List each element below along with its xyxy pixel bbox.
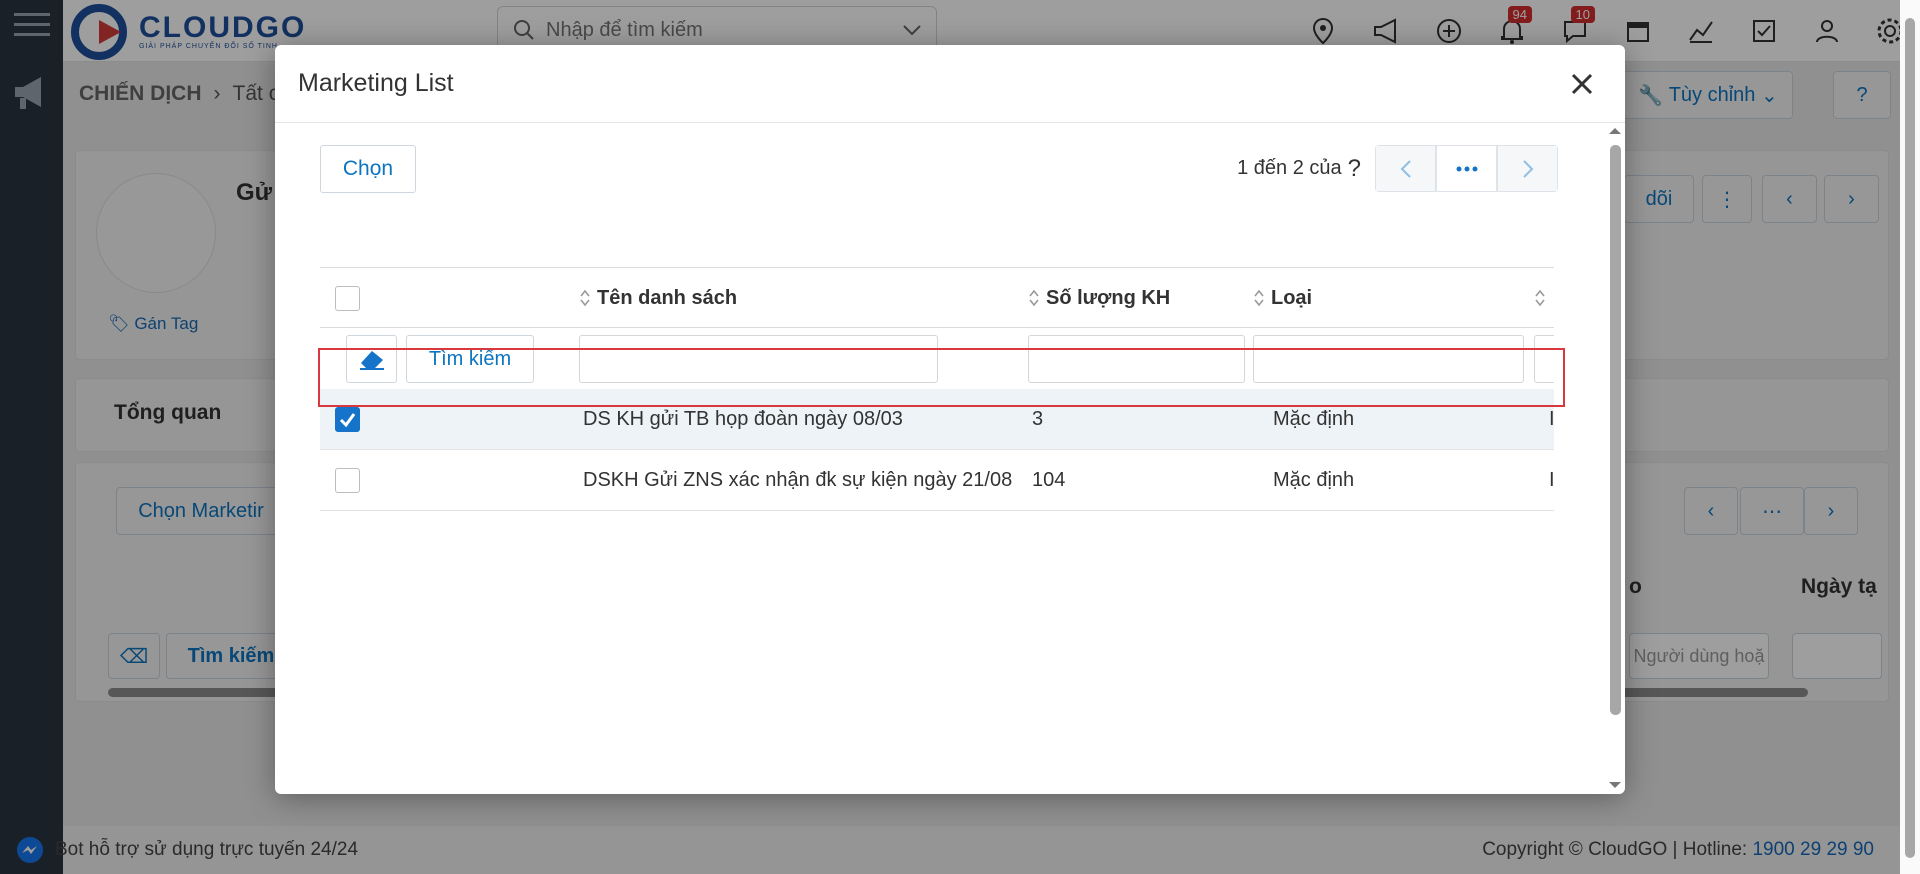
column-header-extra[interactable] [1534,268,1552,328]
row-extra: I [1549,407,1554,430]
type-filter-input[interactable] [1253,335,1524,383]
row-customer-count: 104 [1032,468,1066,491]
modal-body: Chọn 1 đến 2 của ? Tên danh sách Số lượn… [275,124,1625,794]
sort-icon [1028,288,1040,308]
row-customer-count: 3 [1032,407,1044,430]
filter-row: Tìm kiếm [320,328,1554,388]
table-header: Tên danh sách Số lượng KH Loại [320,267,1554,328]
column-header-name[interactable]: Tên danh sách [579,268,737,328]
checkmark-icon [339,413,356,428]
row-checkbox-checked[interactable] [335,407,360,432]
chevron-right-icon [1522,159,1533,178]
column-name-label: Tên danh sách [597,286,738,309]
marketing-list-table: Tên danh sách Số lượng KH Loại Tìm kiếm … [320,267,1554,513]
marketing-list-modal: Marketing List Chọn 1 đến 2 của ? Tên da… [275,45,1625,794]
next-page-button[interactable] [1497,145,1558,192]
previous-page-button[interactable] [1375,145,1436,192]
more-pages-button[interactable] [1436,145,1497,192]
page-scrollbar[interactable] [1900,0,1920,874]
modal-scrollbar[interactable] [1605,122,1625,794]
scroll-down-icon[interactable] [1605,778,1625,792]
select-button[interactable]: Chọn [320,145,416,193]
chevron-left-icon [1400,159,1411,178]
row-checkbox[interactable] [335,468,360,493]
select-all-checkbox[interactable] [335,286,360,311]
pagination-text: 1 đến 2 của [1237,157,1342,179]
pagination-help-icon[interactable]: ? [1348,155,1361,183]
row-type: Mặc định [1273,407,1355,430]
modal-header: Marketing List [275,45,1625,123]
sort-icon [579,288,591,308]
row-extra: I [1549,468,1554,491]
clear-filters-button[interactable] [346,335,397,383]
close-icon [1571,73,1593,94]
eraser-icon [359,351,384,370]
column-type-label: Loại [1271,286,1313,309]
sort-icon [1253,288,1265,308]
filter-search-button[interactable]: Tìm kiếm [406,335,534,383]
column-header-count[interactable]: Số lượng KH [1028,268,1170,328]
count-filter-input[interactable] [1028,335,1245,383]
table-row[interactable]: DS KH gửi TB họp đoàn ngày 08/03 3 Mặc đ… [320,389,1554,450]
close-button[interactable] [1562,64,1602,104]
row-list-name: DSKH Gửi ZNS xác nhận đk sự kiện ngày 21… [583,468,1013,491]
modal-title: Marketing List [298,69,454,97]
table-row[interactable]: DSKH Gửi ZNS xác nhận đk sự kiện ngày 21… [320,450,1554,511]
column-header-type[interactable]: Loại [1253,268,1312,328]
filter-search-label: Tìm kiếm [428,347,512,370]
name-filter-input[interactable] [579,335,938,383]
ellipsis-icon [1456,166,1477,171]
row-list-name: DS KH gửi TB họp đoàn ngày 08/03 [583,407,903,430]
row-type: Mặc định [1273,468,1355,491]
pagination: 1 đến 2 của ? [1237,145,1558,192]
column-count-label: Số lượng KH [1046,286,1171,309]
sort-icon [1534,288,1546,308]
scroll-up-icon[interactable] [1605,124,1625,138]
extra-filter-input[interactable] [1534,335,1554,383]
